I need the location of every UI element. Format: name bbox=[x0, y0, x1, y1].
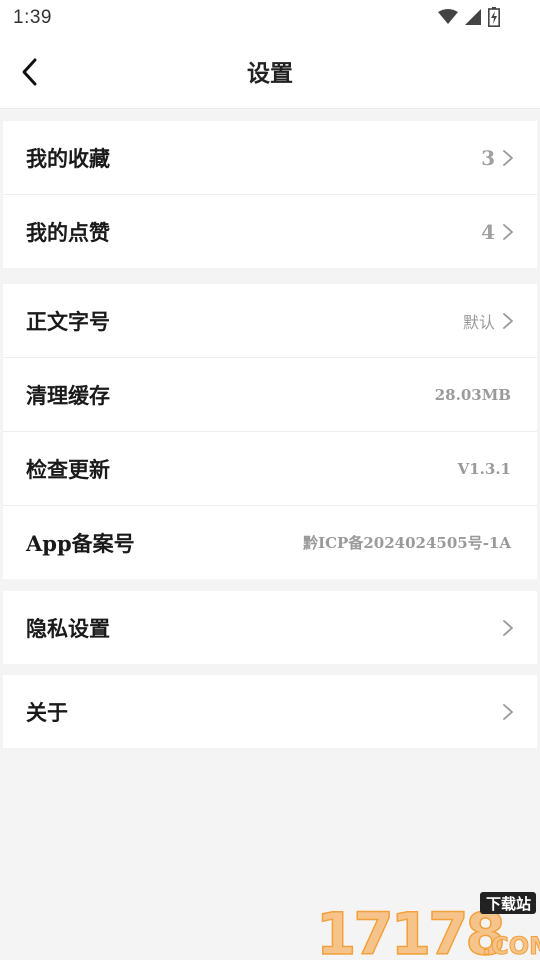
row-right: 默认 bbox=[463, 309, 515, 333]
status-icons bbox=[438, 7, 500, 27]
row-label: App备案号 bbox=[26, 530, 135, 556]
page-title: 设置 bbox=[247, 60, 293, 87]
row-value: 3 bbox=[481, 145, 495, 170]
row-right: V1.3.1 bbox=[458, 460, 515, 478]
settings-content: 我的收藏 3 我的点赞 4 正文字号 默认 清理缓存 28.03MB 检查更新 … bbox=[0, 109, 540, 960]
cache-size-value: 28.03MB bbox=[434, 385, 511, 404]
row-value: 默认 bbox=[462, 312, 495, 332]
record-number-value: 黔ICP备2024024505号-1A bbox=[303, 534, 511, 552]
row-font-size[interactable]: 正文字号 默认 bbox=[3, 284, 537, 357]
row-my-likes[interactable]: 我的点赞 4 bbox=[3, 194, 537, 268]
row-right bbox=[501, 619, 515, 637]
chevron-right-icon bbox=[503, 619, 513, 636]
chevron-right-icon bbox=[503, 703, 513, 720]
chevron-right-icon bbox=[503, 149, 513, 166]
settings-group-privacy: 隐私设置 bbox=[3, 591, 537, 664]
row-right: 4 bbox=[481, 220, 515, 244]
wifi-icon bbox=[438, 9, 458, 24]
version-value: V1.3.1 bbox=[457, 459, 511, 478]
row-label: 我的点赞 bbox=[26, 219, 110, 245]
row-label: 我的收藏 bbox=[26, 145, 110, 171]
row-label: 隐私设置 bbox=[26, 615, 110, 641]
row-right: 黔ICP备2024024505号-1A bbox=[303, 532, 515, 553]
row-right bbox=[501, 703, 515, 721]
row-label: 关于 bbox=[26, 699, 68, 725]
row-my-favorites[interactable]: 我的收藏 3 bbox=[3, 121, 537, 194]
settings-group-favorites: 我的收藏 3 我的点赞 4 bbox=[3, 121, 537, 268]
row-clear-cache[interactable]: 清理缓存 28.03MB bbox=[3, 357, 537, 431]
row-check-update[interactable]: 检查更新 V1.3.1 bbox=[3, 431, 537, 505]
row-value: 4 bbox=[481, 219, 495, 244]
row-privacy-settings[interactable]: 隐私设置 bbox=[3, 591, 537, 664]
svg-text:下载站: 下载站 bbox=[486, 895, 531, 913]
settings-group-general: 正文字号 默认 清理缓存 28.03MB 检查更新 V1.3.1 App备案号 … bbox=[3, 284, 537, 579]
row-label: 清理缓存 bbox=[26, 382, 110, 408]
row-label: 正文字号 bbox=[26, 308, 110, 334]
row-about[interactable]: 关于 bbox=[3, 675, 537, 748]
row-app-record-number: App备案号 黔ICP备2024024505号-1A bbox=[3, 505, 537, 579]
chevron-right-icon bbox=[503, 223, 513, 240]
signal-icon bbox=[465, 9, 481, 25]
nav-bar: 设置 bbox=[0, 36, 540, 108]
battery-charging-icon bbox=[488, 7, 500, 27]
status-time: 1:39 bbox=[13, 7, 52, 28]
svg-text:.COM: .COM bbox=[482, 932, 540, 960]
chevron-right-icon bbox=[503, 312, 513, 329]
row-right: 28.03MB bbox=[435, 386, 515, 404]
row-label: 检查更新 bbox=[26, 456, 110, 482]
settings-group-about: 关于 bbox=[3, 675, 537, 748]
svg-text:17178: 17178 bbox=[316, 900, 503, 960]
watermark-logo: 17178 下载站 .COM bbox=[315, 892, 540, 960]
status-bar: 1:39 bbox=[0, 0, 540, 36]
row-right: 3 bbox=[481, 146, 515, 170]
